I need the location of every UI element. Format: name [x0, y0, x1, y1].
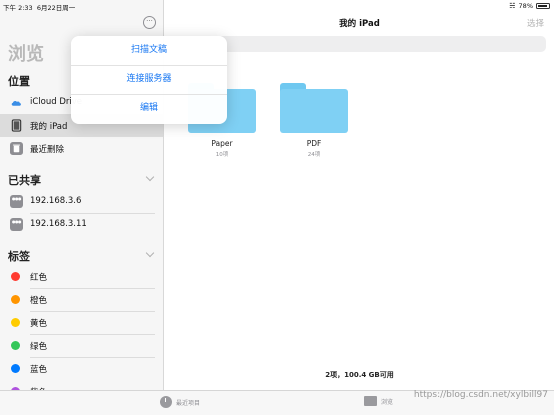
storage-info: 2项，100.4 GB可用	[325, 371, 394, 379]
tag-item-green[interactable]: 绿色	[0, 334, 163, 357]
wifi-icon: ☵	[509, 2, 516, 10]
tag-item-blue[interactable]: 蓝色	[0, 357, 163, 380]
folder-name: PDF	[306, 139, 322, 148]
page-title: 我的 iPad	[339, 19, 380, 29]
sidebar-item-label: 192.168.3.6	[30, 196, 82, 206]
status-bar: 下午 2:33 6月22日周一 ☵ 78%	[0, 0, 554, 12]
tag-label: 橙色	[30, 296, 48, 306]
folder-icon	[364, 396, 377, 406]
sidebar-item-server-1[interactable]: 192.168.3.6	[0, 190, 163, 213]
tag-item-yellow[interactable]: 黄色	[0, 311, 163, 334]
tab-recents[interactable]: 最近项目	[160, 396, 200, 408]
tab-browse[interactable]: 浏览	[364, 396, 393, 406]
trash-icon	[10, 142, 23, 155]
more-options-popover: 扫描文稿 连接服务器 编辑	[71, 36, 227, 124]
watermark-text: https://blog.csdn.net/xylbill97	[413, 390, 548, 400]
folder-count: 10项	[215, 152, 229, 158]
tag-label: 红色	[30, 273, 48, 283]
battery-percent: 78%	[518, 2, 533, 10]
server-icon	[10, 195, 23, 208]
sidebar-item-label: 192.168.3.11	[30, 219, 87, 229]
tag-label: 黄色	[30, 319, 48, 329]
sidebar-item-label: 我的 iPad	[30, 122, 68, 132]
battery-icon	[536, 3, 550, 9]
sidebar-item-recently-deleted[interactable]: 最近删除	[0, 137, 163, 160]
menu-item-scan-documents[interactable]: 扫描文稿	[71, 36, 227, 65]
tag-item-purple[interactable]: 紫色	[0, 380, 163, 390]
sidebar-item-server-2[interactable]: 192.168.3.11	[0, 213, 163, 236]
tag-item-red[interactable]: 红色	[0, 265, 163, 288]
folder-pdf[interactable]	[280, 83, 348, 133]
menu-item-connect-server[interactable]: 连接服务器	[71, 65, 227, 94]
more-options-button[interactable]: ···	[143, 16, 156, 29]
chevron-down-icon[interactable]	[145, 248, 155, 258]
tag-dot-icon	[11, 272, 20, 281]
folder-count: 24项	[307, 152, 321, 158]
chevron-down-icon[interactable]	[145, 172, 155, 182]
tag-dot-icon	[11, 364, 20, 373]
search-input[interactable]	[173, 36, 546, 52]
tag-dot-icon	[11, 318, 20, 327]
server-icon	[10, 218, 23, 231]
select-button[interactable]: 选择	[527, 17, 544, 29]
status-right: ☵ 78%	[509, 2, 550, 10]
tag-dot-icon	[11, 295, 20, 304]
icloud-icon	[11, 100, 21, 106]
clock-icon	[160, 396, 172, 408]
ipad-icon	[11, 119, 22, 132]
section-header-tags: 标签	[8, 250, 30, 263]
tag-label: 绿色	[30, 342, 48, 352]
status-time: 下午 2:33 6月22日周一	[3, 4, 76, 12]
menu-item-edit[interactable]: 编辑	[71, 94, 227, 123]
folder-name: Paper	[211, 139, 233, 148]
tag-item-orange[interactable]: 橙色	[0, 288, 163, 311]
sidebar-title: 浏览	[8, 44, 44, 65]
tab-label: 最近项目	[176, 399, 201, 407]
tag-dot-icon	[11, 341, 20, 350]
section-header-locations: 位置	[8, 75, 30, 88]
section-header-shared: 已共享	[8, 174, 41, 187]
tag-label: 蓝色	[30, 365, 48, 375]
folder-icon-body	[280, 89, 348, 133]
tab-label: 浏览	[381, 398, 394, 406]
sidebar-item-label: 最近删除	[30, 145, 65, 155]
